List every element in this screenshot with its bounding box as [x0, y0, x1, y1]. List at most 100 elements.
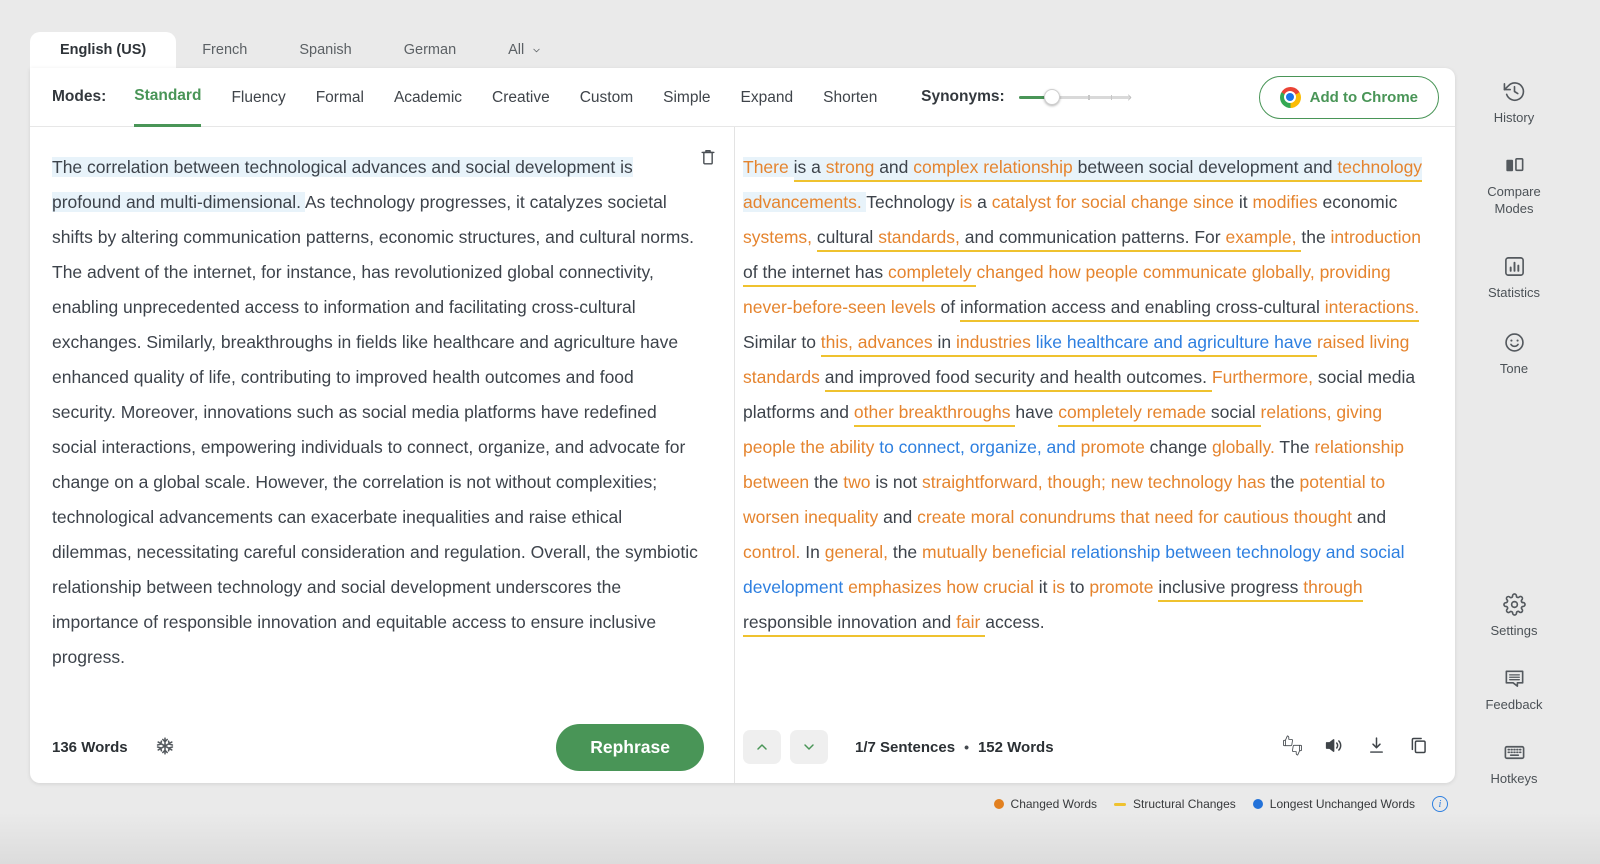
info-icon[interactable]: i [1432, 796, 1448, 812]
text-segment[interactable]: fair [956, 612, 986, 637]
text-segment[interactable]: completely [887, 262, 977, 287]
add-to-chrome-button[interactable]: Add to Chrome [1258, 75, 1439, 119]
read-aloud-button[interactable] [1324, 735, 1345, 759]
text-segment[interactable]: information access and enabling cross-cu… [959, 297, 1325, 322]
language-tab-spanish[interactable]: Spanish [273, 32, 377, 68]
text-segment[interactable]: a [977, 192, 992, 212]
text-segment[interactable]: interactions. [1324, 297, 1420, 322]
text-segment[interactable]: and improved food security and health ou… [824, 367, 1212, 392]
text-segment[interactable]: Similar to [743, 332, 821, 352]
text-segment[interactable]: completely remade [1058, 402, 1211, 427]
text-segment[interactable]: globally. [1212, 437, 1279, 457]
text-segment[interactable]: and [883, 507, 917, 527]
sidebar-item-feedback[interactable]: Feedback [1458, 667, 1570, 713]
text-segment[interactable]: the [814, 472, 843, 492]
text-segment[interactable]: is not [875, 472, 922, 492]
text-segment[interactable]: systems, [743, 227, 817, 247]
text-segment[interactable]: economic [1322, 192, 1397, 212]
mode-tab-custom[interactable]: Custom [580, 68, 633, 127]
text-segment[interactable]: is [960, 192, 978, 212]
text-segment[interactable]: straightforward, though; new technology … [922, 472, 1270, 492]
text-segment[interactable]: promote [1081, 437, 1150, 457]
previous-sentence-button[interactable] [743, 730, 781, 764]
source-text-area[interactable]: The correlation between technological ad… [30, 127, 734, 711]
sidebar-item-hotkeys[interactable]: Hotkeys [1458, 741, 1570, 787]
sidebar-item-statistics[interactable]: Statistics [1458, 255, 1570, 301]
text-segment[interactable]: this, advances [820, 332, 938, 357]
text-segment[interactable]: introduction [1331, 227, 1421, 247]
delete-text-button[interactable] [698, 147, 718, 170]
mode-tab-simple[interactable]: Simple [663, 68, 710, 127]
text-segment[interactable]: the [1301, 227, 1330, 247]
text-segment[interactable]: and [879, 157, 914, 182]
text-segment[interactable]: The [1279, 437, 1314, 457]
text-segment[interactable]: the [1270, 472, 1299, 492]
rephrase-button[interactable]: Rephrase [556, 723, 704, 771]
mode-tab-academic[interactable]: Academic [394, 68, 462, 127]
text-segment[interactable]: inclusive progress [1158, 577, 1304, 602]
sidebar-item-settings[interactable]: Settings [1458, 593, 1570, 639]
text-segment[interactable]: catalyst for social change since [992, 192, 1239, 212]
text-segment[interactable]: control. [743, 542, 805, 562]
mode-tab-shorten[interactable]: Shorten [823, 68, 877, 127]
text-segment[interactable]: change [1150, 437, 1212, 457]
text-segment[interactable]: of [940, 297, 959, 317]
text-segment[interactable]: access. [985, 612, 1044, 632]
download-button[interactable] [1366, 735, 1387, 759]
text-segment[interactable]: of the internet has [743, 262, 888, 287]
text-segment[interactable]: is [1052, 577, 1070, 597]
sidebar-item-history[interactable]: History [1458, 80, 1570, 126]
synonyms-slider-thumb[interactable] [1044, 89, 1061, 105]
text-segment[interactable]: create moral conundrums that need for ca… [917, 507, 1357, 527]
text-segment[interactable]: and [1357, 507, 1386, 527]
text-segment[interactable]: Technology [866, 192, 959, 212]
text-segment[interactable]: responsible innovation and [743, 612, 957, 637]
text-segment[interactable]: promote [1089, 577, 1158, 597]
sidebar-item-compare-modes[interactable]: Compare Modes [1458, 154, 1570, 217]
next-sentence-button[interactable] [790, 730, 828, 764]
mode-tab-creative[interactable]: Creative [492, 68, 550, 127]
mode-tab-fluency[interactable]: Fluency [231, 68, 285, 127]
text-segment[interactable]: mutually beneficial [922, 542, 1071, 562]
text-segment[interactable]: to connect, organize, and [879, 437, 1080, 457]
text-segment[interactable]: general, [825, 542, 893, 562]
text-segment[interactable]: the [893, 542, 922, 562]
text-segment[interactable]: advancements. [743, 192, 867, 212]
sidebar-item-tone[interactable]: Tone [1458, 331, 1570, 377]
mode-tab-formal[interactable]: Formal [316, 68, 364, 127]
language-tab-french[interactable]: French [176, 32, 273, 68]
synonyms-slider[interactable] [1018, 88, 1131, 106]
text-segment[interactable]: social [1210, 402, 1261, 427]
freeze-words-button[interactable] [154, 735, 176, 760]
text-segment[interactable]: example, [1225, 227, 1302, 252]
mode-tab-standard[interactable]: Standard [134, 68, 202, 127]
language-tab-german[interactable]: German [378, 32, 482, 68]
text-segment[interactable]: modifies [1252, 192, 1322, 212]
text-segment[interactable]: cultural [816, 227, 879, 252]
text-segment[interactable]: it [1239, 192, 1253, 212]
text-segment[interactable]: strong [825, 157, 880, 182]
language-tab-english-us[interactable]: English (US) [30, 32, 177, 68]
text-segment[interactable]: in [937, 332, 957, 357]
text-segment[interactable]: emphasizes how crucial [848, 577, 1039, 597]
text-segment[interactable]: to [1070, 577, 1089, 597]
text-segment[interactable]: complex relationship [913, 157, 1078, 182]
text-segment[interactable]: like healthcare and agriculture have [1035, 332, 1317, 357]
text-segment[interactable]: through [1303, 577, 1363, 602]
language-tab-all[interactable]: All [482, 32, 568, 68]
text-segment[interactable]: two [843, 472, 875, 492]
mode-tab-expand[interactable]: Expand [741, 68, 794, 127]
copy-button[interactable] [1408, 735, 1429, 759]
text-segment[interactable]: is a [793, 157, 826, 182]
text-segment[interactable]: industries [956, 332, 1036, 357]
text-segment[interactable]: technology [1337, 157, 1423, 182]
text-segment[interactable]: other breakthroughs [853, 402, 1016, 427]
text-segment[interactable]: have [1015, 402, 1058, 422]
text-segment[interactable]: between social development and [1077, 157, 1338, 182]
text-segment[interactable]: For [1194, 227, 1226, 252]
text-segment[interactable]: Furthermore, [1212, 367, 1318, 387]
text-segment[interactable]: and communication patterns. [964, 227, 1195, 252]
text-segment[interactable]: standards, [878, 227, 965, 252]
text-segment[interactable]: There [743, 157, 794, 177]
text-segment[interactable]: In [805, 542, 824, 562]
